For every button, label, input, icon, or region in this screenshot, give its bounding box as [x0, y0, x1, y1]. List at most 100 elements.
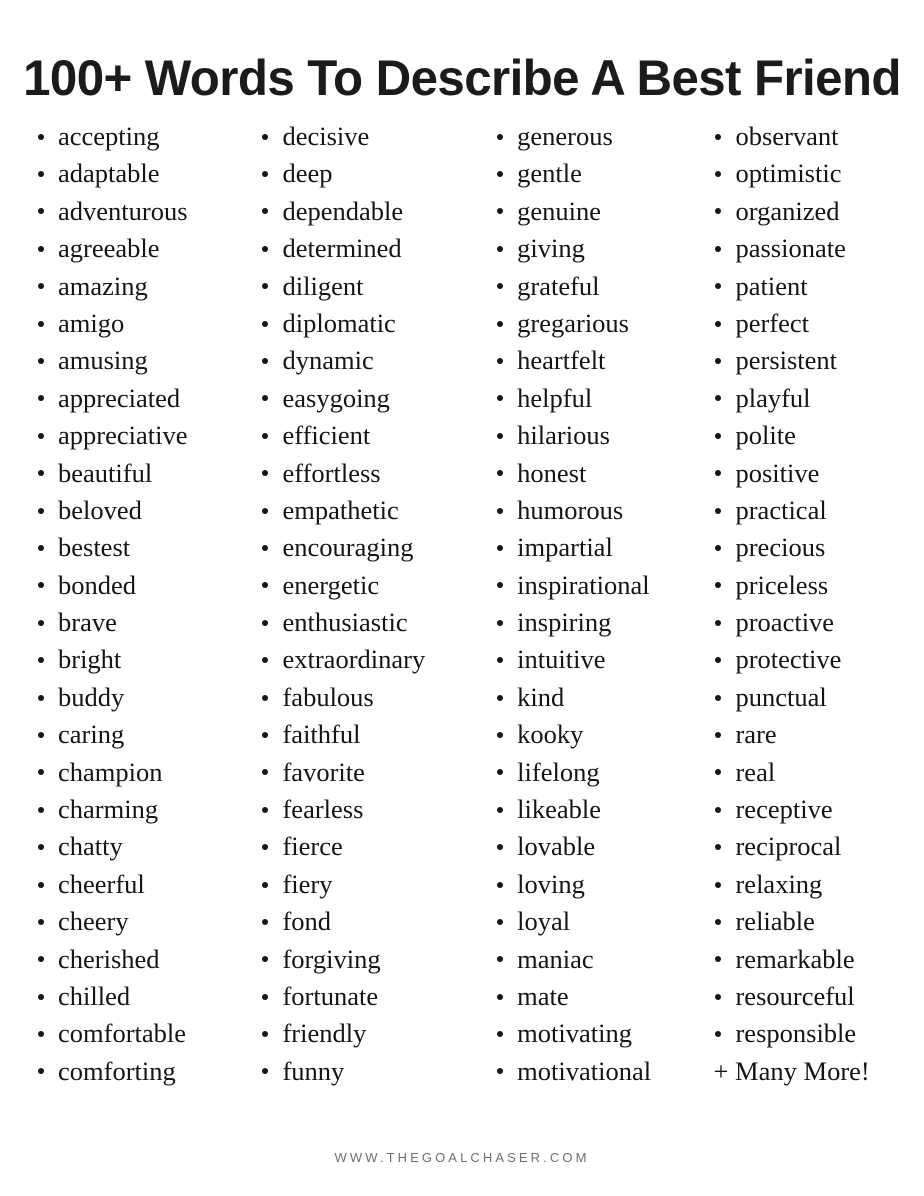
- bullet-icon: [38, 544, 44, 551]
- word-item: protective: [709, 641, 924, 678]
- word-label: comfortable: [58, 1018, 187, 1049]
- word-item: mate: [491, 978, 695, 1015]
- word-item: priceless: [709, 567, 924, 604]
- word-label: humorous: [517, 494, 624, 525]
- bullet-icon: [715, 470, 722, 477]
- word-label: optimistic: [735, 158, 842, 189]
- word-item: honest: [491, 455, 695, 492]
- bullet-icon: [497, 619, 504, 626]
- word-label: brave: [58, 607, 117, 638]
- word-item: friendly: [256, 1015, 469, 1052]
- word-label: bright: [58, 644, 122, 675]
- word-label: persistent: [735, 345, 838, 376]
- bullet-icon: [497, 881, 504, 888]
- bullet-icon: [262, 806, 269, 813]
- bullet-icon: [715, 881, 722, 888]
- word-label: likeable: [517, 794, 602, 825]
- word-label: impartial: [517, 532, 613, 563]
- word-item: real: [709, 754, 924, 791]
- bullet-icon: [262, 358, 269, 365]
- word-label: agreeable: [58, 233, 160, 264]
- word-label: bonded: [58, 569, 137, 600]
- word-label: polite: [735, 420, 796, 451]
- bullet-icon: [38, 619, 44, 626]
- bullet-icon: [262, 657, 269, 664]
- bullet-icon: [497, 208, 504, 215]
- word-label: real: [735, 756, 776, 787]
- bullet-icon: [715, 694, 722, 701]
- word-label: resourceful: [735, 980, 855, 1011]
- word-label: deep: [282, 158, 333, 189]
- word-item: fierce: [256, 828, 469, 865]
- word-item: optimistic: [709, 155, 924, 192]
- bullet-icon: [715, 657, 722, 664]
- word-label: favorite: [282, 756, 365, 787]
- word-item: patient: [709, 268, 924, 305]
- word-label: reliable: [735, 906, 815, 937]
- bullet-icon: [497, 844, 504, 851]
- bullet-icon: [38, 806, 44, 813]
- word-label: honest: [517, 457, 587, 488]
- word-item: dynamic: [256, 342, 469, 379]
- word-item: empathetic: [256, 492, 469, 529]
- bullet-icon: [262, 582, 269, 589]
- bullet-icon: [38, 582, 44, 589]
- word-label: diplomatic: [282, 307, 396, 338]
- bullet-icon: [497, 769, 504, 776]
- word-item: deep: [256, 155, 469, 192]
- word-label: efficient: [282, 420, 371, 451]
- word-item: gregarious: [491, 305, 695, 342]
- word-item: maniac: [491, 941, 695, 978]
- bullet-icon: [38, 133, 44, 140]
- bullet-icon: [497, 283, 504, 290]
- word-item: amazing: [32, 268, 234, 305]
- many-more-label: + Many More!: [713, 1055, 870, 1086]
- word-label: reciprocal: [735, 831, 842, 862]
- word-label: fabulous: [282, 681, 374, 712]
- word-item: comforting: [32, 1053, 234, 1090]
- word-item: fearless: [256, 791, 469, 828]
- word-label: precious: [735, 532, 826, 563]
- word-item: funny: [256, 1053, 469, 1090]
- word-label: dynamic: [282, 345, 374, 376]
- word-label: mate: [517, 980, 569, 1011]
- word-label: punctual: [735, 681, 827, 712]
- word-label: inspirational: [517, 569, 650, 600]
- bullet-icon: [262, 395, 269, 402]
- bullet-icon: [38, 657, 44, 664]
- bullet-icon: [38, 208, 44, 215]
- bullet-icon: [262, 283, 269, 290]
- bullet-icon: [38, 769, 44, 776]
- bullet-icon: [715, 544, 722, 551]
- word-label: diligent: [282, 270, 364, 301]
- bullet-icon: [497, 582, 504, 589]
- word-label: beloved: [58, 494, 142, 525]
- bullet-icon: [262, 769, 269, 776]
- word-item: organized: [709, 193, 924, 230]
- word-label: hilarious: [517, 420, 610, 451]
- bullet-icon: [497, 320, 504, 327]
- word-item: hilarious: [491, 417, 695, 454]
- word-label: funny: [282, 1055, 345, 1086]
- word-item: charming: [32, 791, 234, 828]
- word-label: encouraging: [282, 532, 414, 563]
- word-label: chatty: [58, 831, 123, 862]
- word-label: fearless: [282, 794, 364, 825]
- word-item: comfortable: [32, 1015, 234, 1052]
- word-item: passionate: [709, 230, 924, 267]
- bullet-icon: [497, 358, 504, 365]
- word-item: loyal: [491, 903, 695, 940]
- word-item: punctual: [709, 679, 924, 716]
- bullet-icon: [715, 245, 722, 252]
- bullet-icon: [497, 470, 504, 477]
- word-label: adventurous: [58, 195, 188, 226]
- bullet-icon: [497, 171, 504, 178]
- word-item: motivational: [491, 1053, 695, 1090]
- word-item: amusing: [32, 342, 234, 379]
- word-item: appreciated: [32, 380, 234, 417]
- word-item: generous: [491, 118, 695, 155]
- word-label: extraordinary: [282, 644, 426, 675]
- word-item: forgiving: [256, 941, 469, 978]
- word-column-3: generous gentle genuine giving grateful grega…: [469, 118, 695, 1090]
- word-item: easygoing: [256, 380, 469, 417]
